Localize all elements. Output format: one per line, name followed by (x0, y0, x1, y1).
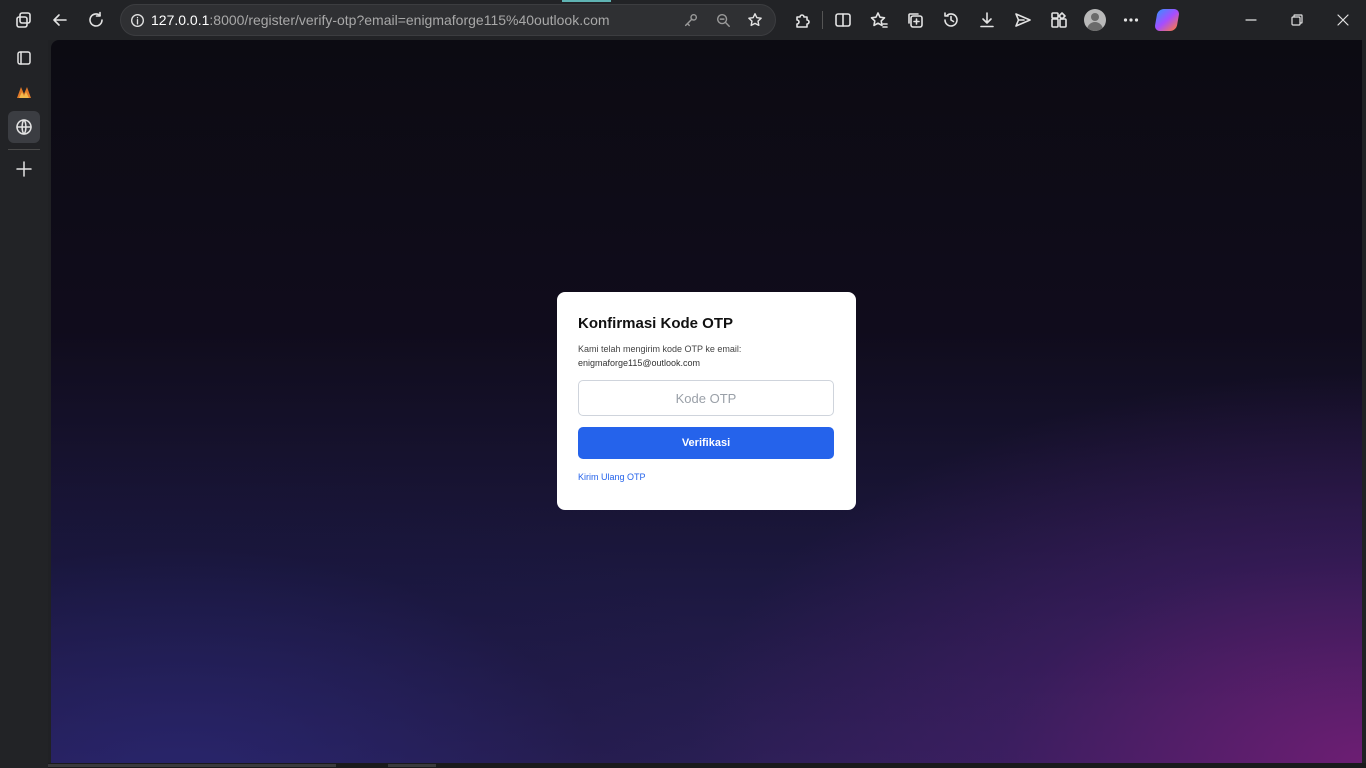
toolbar-divider (822, 11, 823, 29)
app-logo-icon[interactable] (8, 76, 40, 108)
sidebar-divider (8, 149, 40, 150)
globe-tab-icon[interactable] (8, 111, 40, 143)
browser-toolbar: 127.0.0.1:8000/register/verify-otp?email… (0, 0, 1366, 40)
resend-otp-link[interactable]: Kirim Ulang OTP (578, 472, 646, 482)
tab-actions-icon[interactable] (8, 42, 40, 74)
key-icon[interactable] (675, 5, 707, 35)
url-path: :8000/register/verify-otp?email=enigmafo… (209, 12, 610, 28)
collections-icon[interactable] (897, 2, 933, 38)
downloads-icon[interactable] (969, 2, 1005, 38)
zoom-icon[interactable] (707, 5, 739, 35)
back-icon[interactable] (42, 2, 78, 38)
url-host: 127.0.0.1 (151, 12, 210, 28)
split-screen-icon[interactable] (825, 2, 861, 38)
history-icon[interactable] (933, 2, 969, 38)
scrollbar-segment (388, 764, 436, 767)
scrollbar-segment (48, 764, 336, 767)
copilot-logo (1154, 9, 1180, 31)
otp-description: Kami telah mengirim kode OTP ke email: (578, 344, 742, 354)
more-icon[interactable] (1113, 2, 1149, 38)
workspaces-icon[interactable] (6, 2, 42, 38)
extensions-icon[interactable] (784, 2, 820, 38)
otp-card: Konfirmasi Kode OTP Kami telah mengirim … (557, 292, 856, 510)
new-tab-plus-icon[interactable] (8, 153, 40, 185)
share-icon[interactable] (1005, 2, 1041, 38)
minimize-icon[interactable] (1228, 0, 1274, 40)
favorite-star-icon[interactable] (739, 5, 771, 35)
verify-button[interactable]: Verifikasi (578, 427, 834, 459)
close-icon[interactable] (1320, 0, 1366, 40)
browser-essentials-icon[interactable] (1041, 2, 1077, 38)
otp-email: enigmaforge115@outlook.com (578, 358, 701, 368)
copilot-icon[interactable] (1149, 2, 1185, 38)
page-title: Konfirmasi Kode OTP (578, 315, 734, 332)
avatar (1084, 9, 1106, 31)
address-url[interactable]: 127.0.0.1:8000/register/verify-otp?email… (151, 12, 610, 28)
address-bar[interactable]: 127.0.0.1:8000/register/verify-otp?email… (120, 4, 776, 36)
active-tab-indicator (562, 0, 611, 2)
profile-avatar-icon[interactable] (1077, 2, 1113, 38)
vertical-tabs-sidebar (0, 40, 48, 768)
site-info-icon[interactable] (127, 10, 147, 30)
favorites-icon[interactable] (861, 2, 897, 38)
page-viewport: Konfirmasi Kode OTP Kami telah mengirim … (51, 40, 1362, 763)
window-controls (1228, 0, 1366, 40)
restore-icon[interactable] (1274, 0, 1320, 40)
toolbar-actions (784, 2, 1185, 38)
otp-input[interactable] (578, 380, 834, 416)
refresh-icon[interactable] (78, 2, 114, 38)
